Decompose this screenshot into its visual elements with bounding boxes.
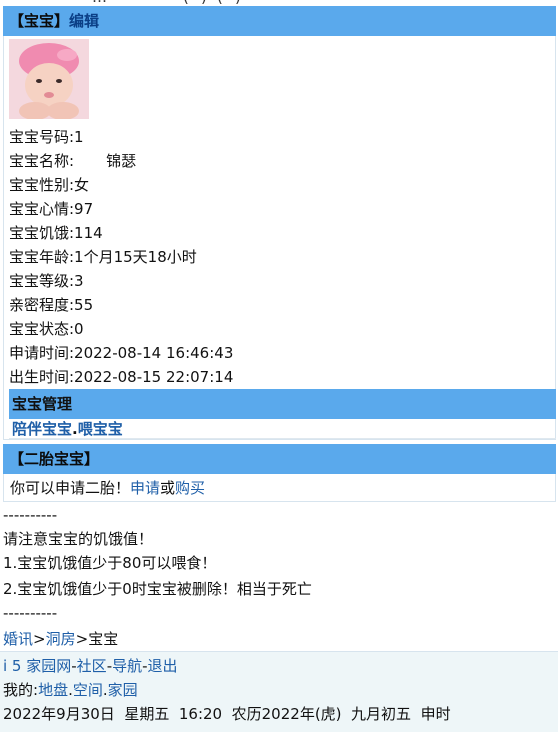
edit-link[interactable]: 编辑 [69, 12, 99, 30]
notes-divider-bottom: ---------- [3, 604, 58, 622]
baby-header-title: 【宝宝】 [9, 12, 70, 30]
land-link[interactable]: 地盘 [38, 681, 68, 699]
baby-photo-image [9, 39, 89, 119]
or-text: 或 [160, 479, 176, 497]
manage-links: 陪伴宝宝.喂宝宝 [12, 419, 123, 439]
apply-link[interactable]: 申请 [130, 479, 160, 497]
manage-divider [9, 438, 556, 439]
footer-nav: i 5 家园网-社区-导航-退出 [3, 654, 178, 678]
notes-line-1: 请注意宝宝的饥饿值！ [3, 530, 154, 548]
baby-age: 宝宝年龄:1个月15天18小时 [9, 248, 197, 266]
notes-line-3: 2.宝宝饥饿值少于0时宝宝被删除！相当于死亡 [3, 580, 312, 598]
breadcrumb-separator: > [33, 630, 46, 648]
baby-name-value: 锦瑟 [106, 152, 137, 170]
second-baby-prompt: 你可以申请二胎！ [10, 479, 131, 497]
community-link[interactable]: 社区 [77, 657, 107, 675]
baby-intimacy: 亲密程度:55 [9, 296, 94, 314]
breadcrumb: 婚讯>洞房>宝宝 [3, 627, 118, 651]
manage-bar: 宝宝管理 [9, 389, 556, 419]
footer-datetime: 2022年9月30日 星期五 16:20 农历2022年(虎) 九月初五 申时 [3, 705, 451, 723]
baby-name-row: 宝宝名称: 锦瑟 [9, 149, 136, 173]
baby-name-label: 宝宝名称: [9, 152, 75, 170]
notes-divider-top: ---------- [3, 506, 58, 524]
second-baby-info: 你可以申请二胎！申请或购买 [3, 474, 556, 502]
notes-line-2: 1.宝宝饥饿值少于80可以喂食！ [3, 554, 217, 572]
baby-mood: 宝宝心情:97 [9, 200, 94, 218]
baby-avatar [9, 39, 89, 119]
second-baby-title: 【二胎宝宝】 [9, 450, 100, 468]
manage-title: 宝宝管理 [12, 395, 73, 413]
baby-status: 宝宝状态:0 [9, 320, 84, 338]
footer-mine: 我的:地盘.空间.家园 [3, 678, 138, 702]
home-link[interactable]: 家园 [108, 681, 138, 699]
baby-header-bar: 【宝宝】编辑 [3, 6, 556, 36]
breadcrumb-wedding-news[interactable]: 婚讯 [3, 630, 33, 648]
mine-label: 我的: [3, 681, 39, 699]
breadcrumb-separator: > [75, 630, 89, 648]
apply-time: 申请时间:2022-08-14 16:46:43 [9, 344, 234, 362]
space-link[interactable]: 空间 [73, 681, 103, 699]
buy-link[interactable]: 购买 [175, 479, 205, 497]
site-home-link[interactable]: i 5 家园网 [3, 657, 71, 675]
baby-hunger: 宝宝饥饿:114 [9, 224, 103, 242]
accompany-baby-link[interactable]: 陪伴宝宝 [12, 420, 72, 438]
breadcrumb-current: 宝宝 [88, 630, 119, 648]
navigation-link[interactable]: 导航 [112, 657, 142, 675]
baby-gender: 宝宝性别:女 [9, 176, 90, 194]
baby-number: 宝宝号码:1 [9, 128, 84, 146]
baby-level: 宝宝等级:3 [9, 272, 84, 290]
birth-time: 出生时间:2022-08-15 22:07:14 [9, 368, 234, 386]
logout-link[interactable]: 退出 [148, 657, 178, 675]
breadcrumb-bridal-room[interactable]: 洞房 [46, 630, 76, 648]
feed-baby-link[interactable]: 喂宝宝 [78, 420, 123, 438]
footer: i 5 家园网-社区-导航-退出 我的:地盘.空间.家园 2022年9月30日 … [0, 651, 558, 732]
second-baby-bar: 【二胎宝宝】 [3, 444, 556, 474]
